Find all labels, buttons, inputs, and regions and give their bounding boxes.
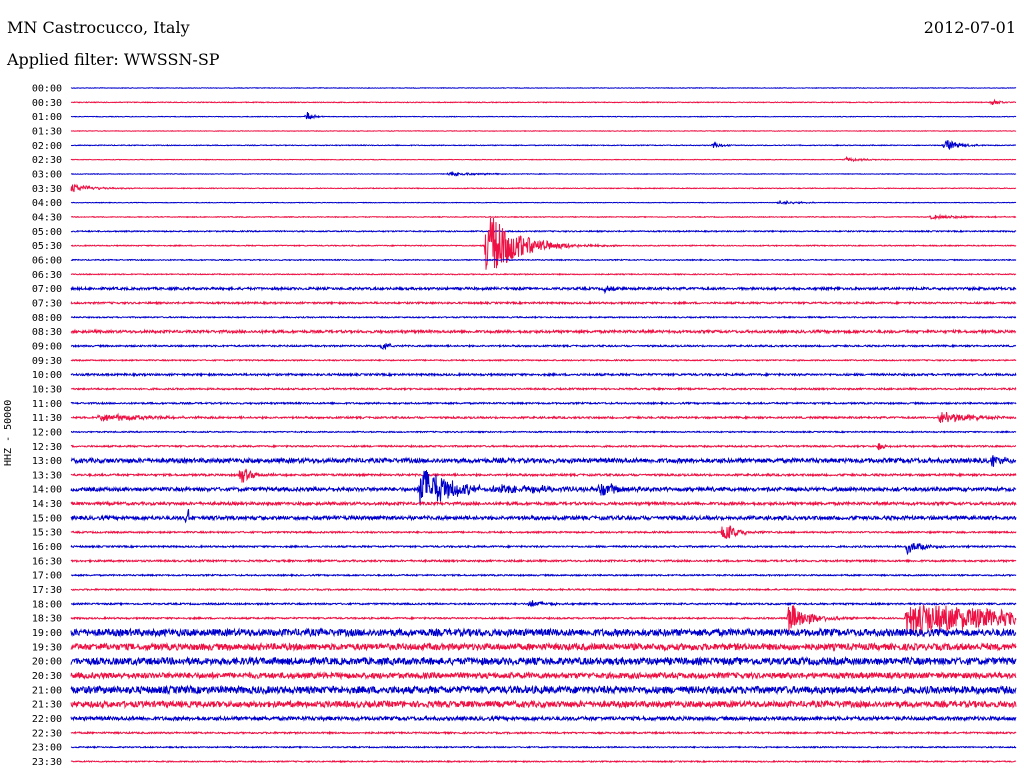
row-time-label: 07:30 (32, 298, 62, 309)
trace-row-1000 (70, 371, 1017, 378)
row-time-label: 20:00 (32, 657, 62, 668)
trace-row-2330 (70, 759, 1017, 764)
trace-row-1300 (70, 455, 1017, 467)
trace-row-0600 (70, 258, 1017, 262)
row-time-label: 00:30 (32, 98, 62, 109)
trace-row-2100 (70, 684, 1017, 696)
row-time-label: 09:00 (32, 341, 62, 352)
trace-row-0800 (70, 315, 1017, 320)
trace-row-2000 (70, 655, 1017, 667)
trace-row-1530 (70, 525, 1017, 540)
seismogram-plot: 00:00 00:30 01:00 01:30 02:00 02:30 03:00 03:30… (32, 84, 1017, 769)
trace-row-0700 (70, 285, 1017, 295)
row-time-label: 11:00 (32, 399, 62, 410)
row-time-label: 23:00 (32, 743, 62, 754)
row-time-label: 15:30 (32, 528, 62, 539)
row-time-label: 21:30 (32, 700, 62, 711)
trace-row-1100 (70, 400, 1017, 406)
row-time-label: 17:00 (32, 571, 62, 582)
row-time-label: 20:30 (32, 671, 62, 682)
row-time-label: 21:00 (32, 685, 62, 696)
trace-row-2130 (70, 699, 1017, 710)
row-time-label: 04:00 (32, 198, 62, 209)
trace-row-0200 (70, 140, 1017, 150)
row-time-label: 05:30 (32, 241, 62, 252)
row-time-label: 03:30 (32, 184, 62, 195)
trace-row-0000 (70, 86, 1017, 90)
row-time-label: 01:30 (32, 126, 62, 137)
row-time-label: 19:30 (32, 642, 62, 653)
row-time-label: 10:30 (32, 384, 62, 395)
row-time-label: 14:00 (32, 485, 62, 496)
row-time-label: 13:30 (32, 470, 62, 481)
trace-row-0300 (70, 170, 1017, 177)
trace-row-0330 (70, 183, 1017, 193)
row-time-label: 22:30 (32, 728, 62, 739)
trace-row-1900 (70, 627, 1017, 638)
trace-row-0230 (70, 155, 1017, 163)
row-time-label: 16:00 (32, 542, 62, 553)
row-time-label: 05:00 (32, 227, 62, 238)
row-time-label: 18:00 (32, 599, 62, 610)
trace-row-2230 (70, 730, 1017, 736)
trace-row-2300 (70, 745, 1017, 750)
row-time-label: 01:00 (32, 112, 62, 123)
trace-row-0830 (70, 328, 1017, 335)
row-time-label: 06:00 (32, 255, 62, 266)
trace-row-0530 (70, 217, 1017, 270)
trace-row-1730 (70, 587, 1017, 592)
trace-row-0630 (70, 272, 1017, 276)
trace-row-1130 (70, 411, 1017, 424)
row-tick-labels: 00:00 00:30 01:00 01:30 02:00 02:30 03:00 03:30… (32, 84, 62, 769)
trace-row-0500 (70, 229, 1017, 234)
row-time-label: 07:00 (32, 284, 62, 295)
row-time-label: 08:00 (32, 313, 62, 324)
row-time-label: 22:00 (32, 714, 62, 725)
trace-row-1330 (70, 468, 1017, 483)
trace-row-1800 (70, 600, 1017, 608)
row-time-label: 13:00 (32, 456, 62, 467)
trace-row-1630 (70, 558, 1017, 564)
row-time-label: 14:30 (32, 499, 62, 510)
trace-row-2030 (70, 670, 1017, 681)
trace-row-1200 (70, 430, 1017, 434)
trace-row-1430 (70, 500, 1017, 507)
trace-row-0130 (70, 129, 1017, 133)
row-time-label: 19:00 (32, 628, 62, 639)
row-time-label: 16:30 (32, 556, 62, 567)
row-time-label: 12:30 (32, 442, 62, 453)
row-time-label: 15:00 (32, 513, 62, 524)
trace-row-1700 (70, 573, 1017, 578)
row-time-label: 11:30 (32, 413, 62, 424)
row-time-label: 09:30 (32, 356, 62, 367)
row-time-label: 02:00 (32, 141, 62, 152)
trace-row-0930 (70, 358, 1017, 363)
trace-row-1600 (70, 542, 1017, 556)
seismic-traces (70, 86, 1017, 764)
row-time-label: 17:30 (32, 585, 62, 596)
trace-row-0730 (70, 300, 1017, 306)
trace-row-1030 (70, 386, 1017, 392)
row-time-label: 23:30 (32, 757, 62, 768)
trace-row-0900 (70, 342, 1017, 351)
row-time-label: 00:00 (32, 84, 62, 95)
trace-row-0030 (70, 98, 1017, 106)
row-time-label: 06:30 (32, 270, 62, 281)
trace-row-0400 (70, 199, 1017, 206)
row-time-label: 18:30 (32, 614, 62, 625)
trace-row-0430 (70, 213, 1017, 221)
trace-row-1930 (70, 641, 1017, 652)
row-time-label: 12:00 (32, 427, 62, 438)
row-time-label: 08:30 (32, 327, 62, 338)
row-time-label: 04:30 (32, 212, 62, 223)
row-time-label: 10:00 (32, 370, 62, 381)
trace-row-1230 (70, 443, 1017, 451)
row-time-label: 02:30 (32, 155, 62, 166)
trace-row-2200 (70, 714, 1017, 723)
row-time-label: 03:00 (32, 169, 62, 180)
trace-row-0100 (70, 111, 1017, 120)
trace-row-1500 (70, 509, 1017, 524)
